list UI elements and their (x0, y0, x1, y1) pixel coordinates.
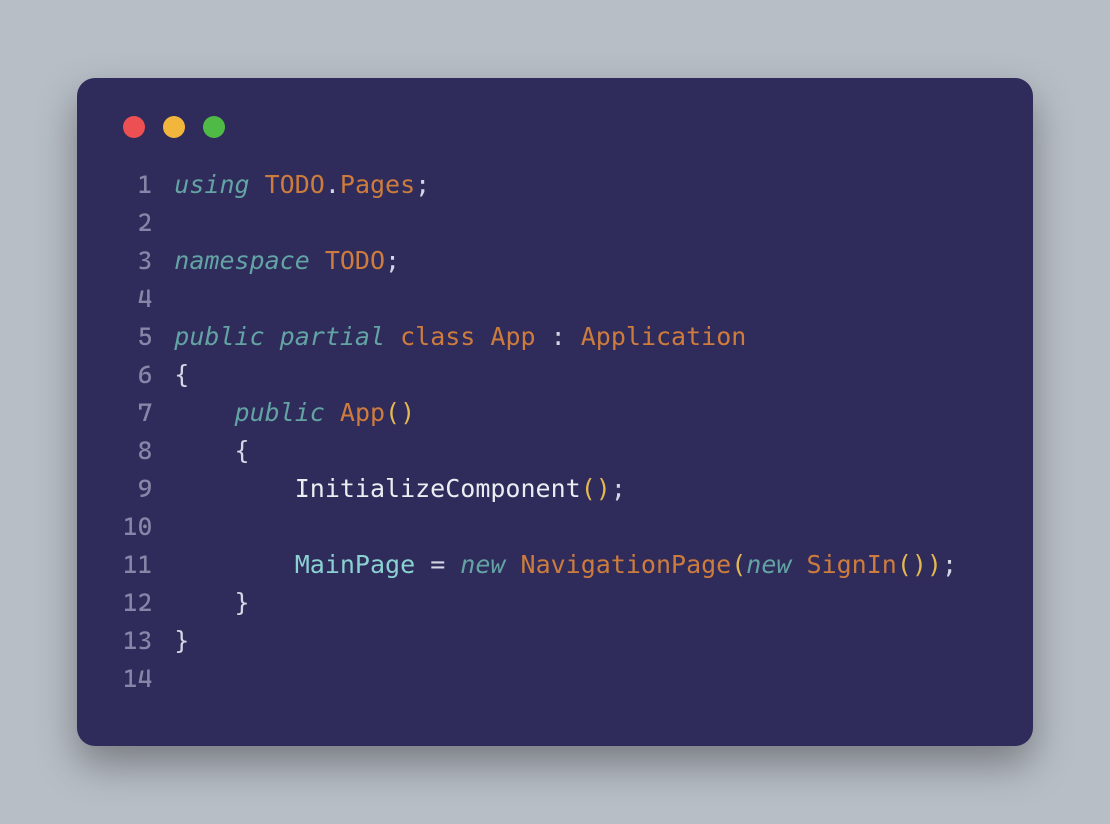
code-token: Pages (340, 170, 415, 199)
code-token: new (746, 550, 791, 579)
code-token: ; (942, 550, 957, 579)
code-token: : (536, 322, 581, 351)
code-token: namespace (174, 246, 309, 275)
code-token: public (174, 322, 264, 351)
code-token (174, 474, 294, 503)
code-token (385, 322, 400, 351)
code-token: { (174, 436, 249, 465)
code-token: = (415, 550, 460, 579)
line-number-gutter: 1 2 3 4 5 6 7 8 9 10 11 12 13 14 (123, 166, 152, 698)
code-token (505, 550, 520, 579)
code-token: ( (731, 550, 746, 579)
code-token (325, 398, 340, 427)
code-token: InitializeComponent (295, 474, 581, 503)
code-token (310, 246, 325, 275)
code-token: ; (385, 246, 400, 275)
maximize-icon[interactable] (203, 116, 225, 138)
code-token: using (174, 170, 249, 199)
code-token: . (325, 170, 340, 199)
code-token: public (235, 398, 325, 427)
code-token (174, 398, 234, 427)
code-token: ; (611, 474, 626, 503)
code-token: partial (280, 322, 385, 351)
close-icon[interactable] (123, 116, 145, 138)
minimize-icon[interactable] (163, 116, 185, 138)
traffic-lights (123, 116, 987, 138)
code-token: App (340, 398, 385, 427)
code-token: new (460, 550, 505, 579)
code-token: { (174, 360, 189, 389)
code-token: } (174, 626, 189, 655)
code-token: () (581, 474, 611, 503)
code-token (475, 322, 490, 351)
code-token: TODO (325, 246, 385, 275)
code-token (174, 550, 294, 579)
code-token: MainPage (295, 550, 415, 579)
code-token: Application (581, 322, 747, 351)
code-token: TODO (265, 170, 325, 199)
code-token (265, 322, 280, 351)
source-code[interactable]: using TODO.Pages; namespace TODO; public… (174, 166, 957, 698)
code-token: NavigationPage (521, 550, 732, 579)
code-editor: 1 2 3 4 5 6 7 8 9 10 11 12 13 14 using T… (123, 166, 987, 698)
code-token: class (400, 322, 475, 351)
code-token: ()) (897, 550, 942, 579)
code-token: } (174, 588, 249, 617)
code-token: ; (415, 170, 430, 199)
code-token (250, 170, 265, 199)
code-token (791, 550, 806, 579)
code-token: () (385, 398, 415, 427)
code-token: SignIn (807, 550, 897, 579)
code-window: 1 2 3 4 5 6 7 8 9 10 11 12 13 14 using T… (77, 78, 1033, 746)
code-token: App (490, 322, 535, 351)
